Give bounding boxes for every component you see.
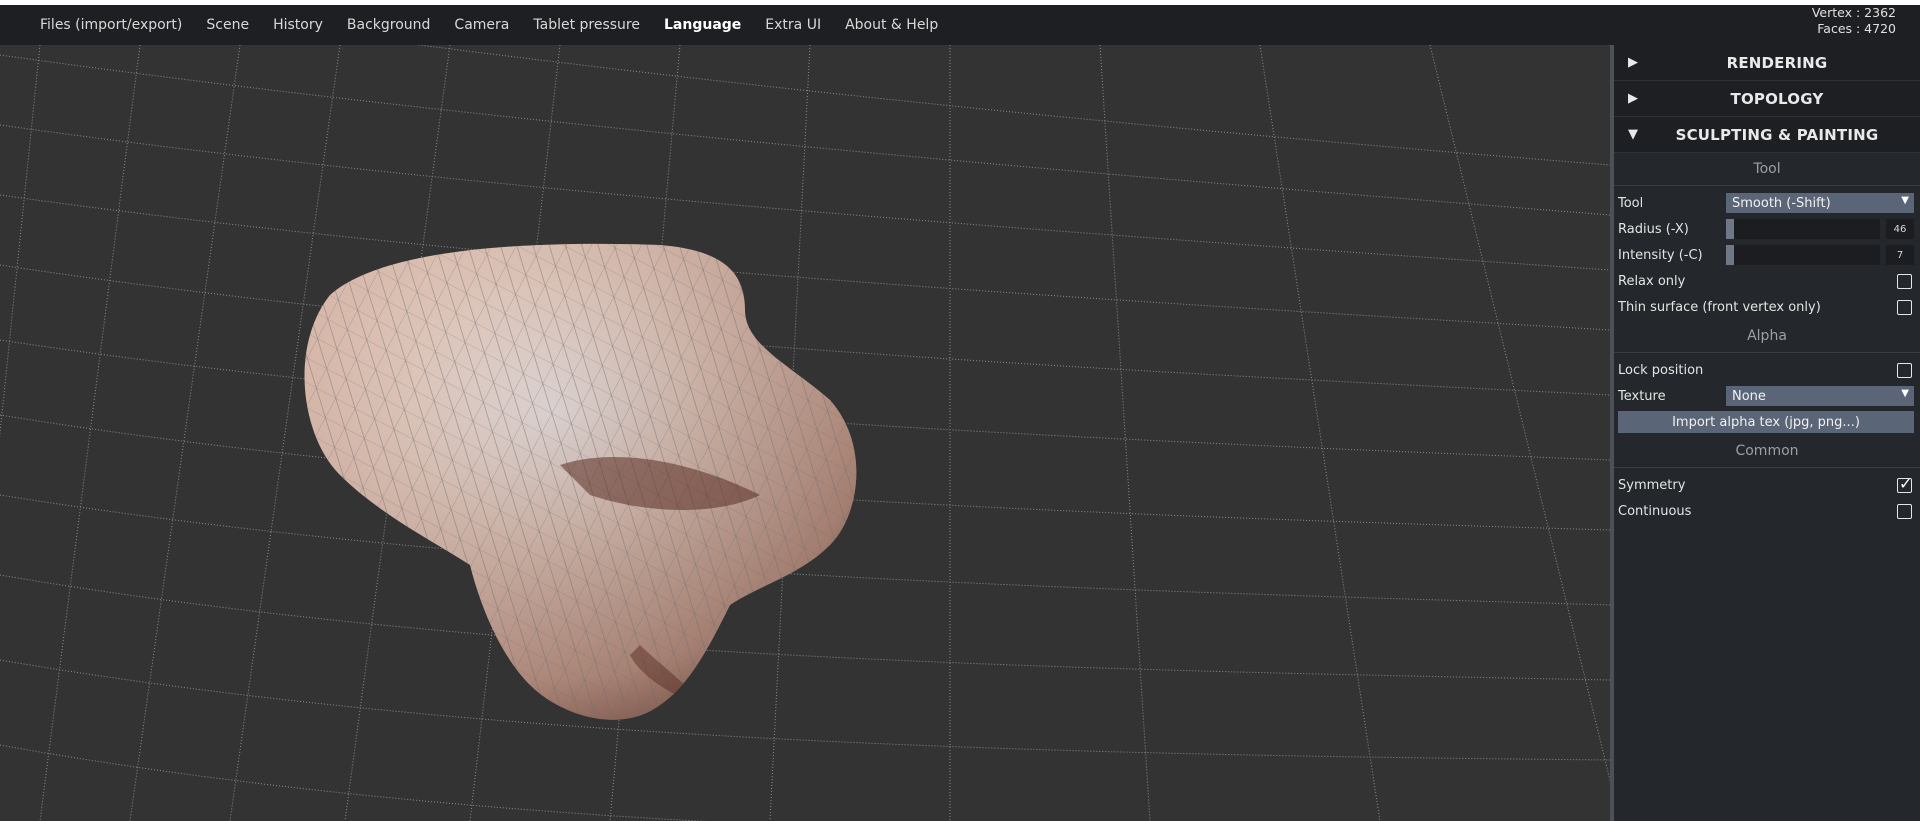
- mesh-stats: Vertex : 2362 Faces : 4720: [1812, 5, 1896, 37]
- continuous-row: Continuous: [1614, 498, 1920, 524]
- intensity-slider[interactable]: [1726, 245, 1880, 265]
- folder-title-topology: TOPOLOGY: [1730, 89, 1824, 108]
- folder-title-sculpting: SCULPTING & PAINTING: [1675, 125, 1879, 144]
- dropdown-caret-icon: ▼: [1901, 195, 1909, 206]
- section-tool-header: Tool: [1614, 153, 1920, 186]
- texture-select[interactable]: None ▼: [1726, 386, 1914, 406]
- tool-label: Tool: [1618, 195, 1644, 211]
- texture-select-value: None: [1732, 388, 1766, 404]
- thin-surface-label: Thin surface (front vertex only): [1618, 299, 1821, 315]
- main-menu: Files (import/export) Scene History Back…: [28, 5, 950, 45]
- intensity-value[interactable]: 7: [1886, 245, 1914, 265]
- lock-position-checkbox[interactable]: [1897, 362, 1912, 378]
- menu-language[interactable]: Language: [652, 5, 753, 45]
- continuous-label: Continuous: [1618, 503, 1692, 519]
- relax-label: Relax only: [1618, 273, 1686, 289]
- continuous-checkbox[interactable]: [1897, 503, 1912, 519]
- tool-select-value: Smooth (-Shift): [1732, 195, 1831, 211]
- folder-topology[interactable]: ▶ TOPOLOGY: [1614, 81, 1920, 117]
- radius-slider-fill: [1726, 219, 1734, 239]
- checkmark-icon: ✓: [1899, 473, 1913, 493]
- lock-position-label: Lock position: [1618, 362, 1704, 378]
- relax-checkbox[interactable]: [1897, 273, 1912, 289]
- symmetry-label: Symmetry: [1618, 477, 1686, 493]
- folder-title-rendering: RENDERING: [1726, 53, 1828, 72]
- texture-row: Texture None ▼: [1614, 383, 1920, 409]
- tool-row: Tool Smooth (-Shift) ▼: [1614, 190, 1920, 216]
- thin-surface-checkbox[interactable]: [1897, 299, 1912, 315]
- tool-select[interactable]: Smooth (-Shift) ▼: [1726, 193, 1914, 213]
- radius-slider[interactable]: [1726, 219, 1880, 239]
- intensity-row: Intensity (-C) 7: [1614, 242, 1920, 268]
- intensity-slider-fill: [1726, 245, 1734, 265]
- radius-label: Radius (-X): [1618, 221, 1689, 237]
- viewport-canvas[interactable]: [0, 45, 1610, 821]
- symmetry-checkbox[interactable]: ✓: [1897, 473, 1913, 493]
- radius-value[interactable]: 46: [1886, 219, 1914, 239]
- menu-scene[interactable]: Scene: [194, 5, 261, 45]
- texture-label: Texture: [1618, 388, 1666, 404]
- folder-sculpting-painting[interactable]: ▼ SCULPTING & PAINTING: [1614, 117, 1920, 153]
- intensity-label: Intensity (-C): [1618, 247, 1703, 263]
- nose-mesh[interactable]: [280, 225, 880, 745]
- face-count: Faces : 4720: [1817, 21, 1896, 36]
- vertex-count: Vertex : 2362: [1811, 5, 1896, 20]
- relax-row: Relax only: [1614, 268, 1920, 294]
- folder-rendering[interactable]: ▶ RENDERING: [1614, 45, 1920, 81]
- menu-tablet-pressure[interactable]: Tablet pressure: [521, 5, 652, 45]
- menu-history[interactable]: History: [261, 5, 335, 45]
- menu-extra-ui[interactable]: Extra UI: [753, 5, 833, 45]
- dropdown-caret-icon: ▼: [1901, 388, 1909, 399]
- thin-surface-row: Thin surface (front vertex only): [1614, 294, 1920, 320]
- section-common-header: Common: [1614, 435, 1920, 468]
- menu-camera[interactable]: Camera: [442, 5, 521, 45]
- menu-bar: Files (import/export) Scene History Back…: [0, 5, 1920, 45]
- radius-row: Radius (-X) 46: [1614, 216, 1920, 242]
- menu-about-help[interactable]: About & Help: [833, 5, 950, 45]
- symmetry-row: Symmetry ✓: [1614, 472, 1920, 498]
- section-alpha-header: Alpha: [1614, 320, 1920, 353]
- lock-position-row: Lock position: [1614, 357, 1920, 383]
- import-alpha-button[interactable]: Import alpha tex (jpg, png...): [1618, 411, 1914, 433]
- 3d-viewport[interactable]: [0, 45, 1610, 821]
- sidebar-panel: ▶ RENDERING ▶ TOPOLOGY ▼ SCULPTING & PAI…: [1614, 45, 1920, 821]
- menu-files[interactable]: Files (import/export): [28, 5, 194, 45]
- menu-background[interactable]: Background: [335, 5, 443, 45]
